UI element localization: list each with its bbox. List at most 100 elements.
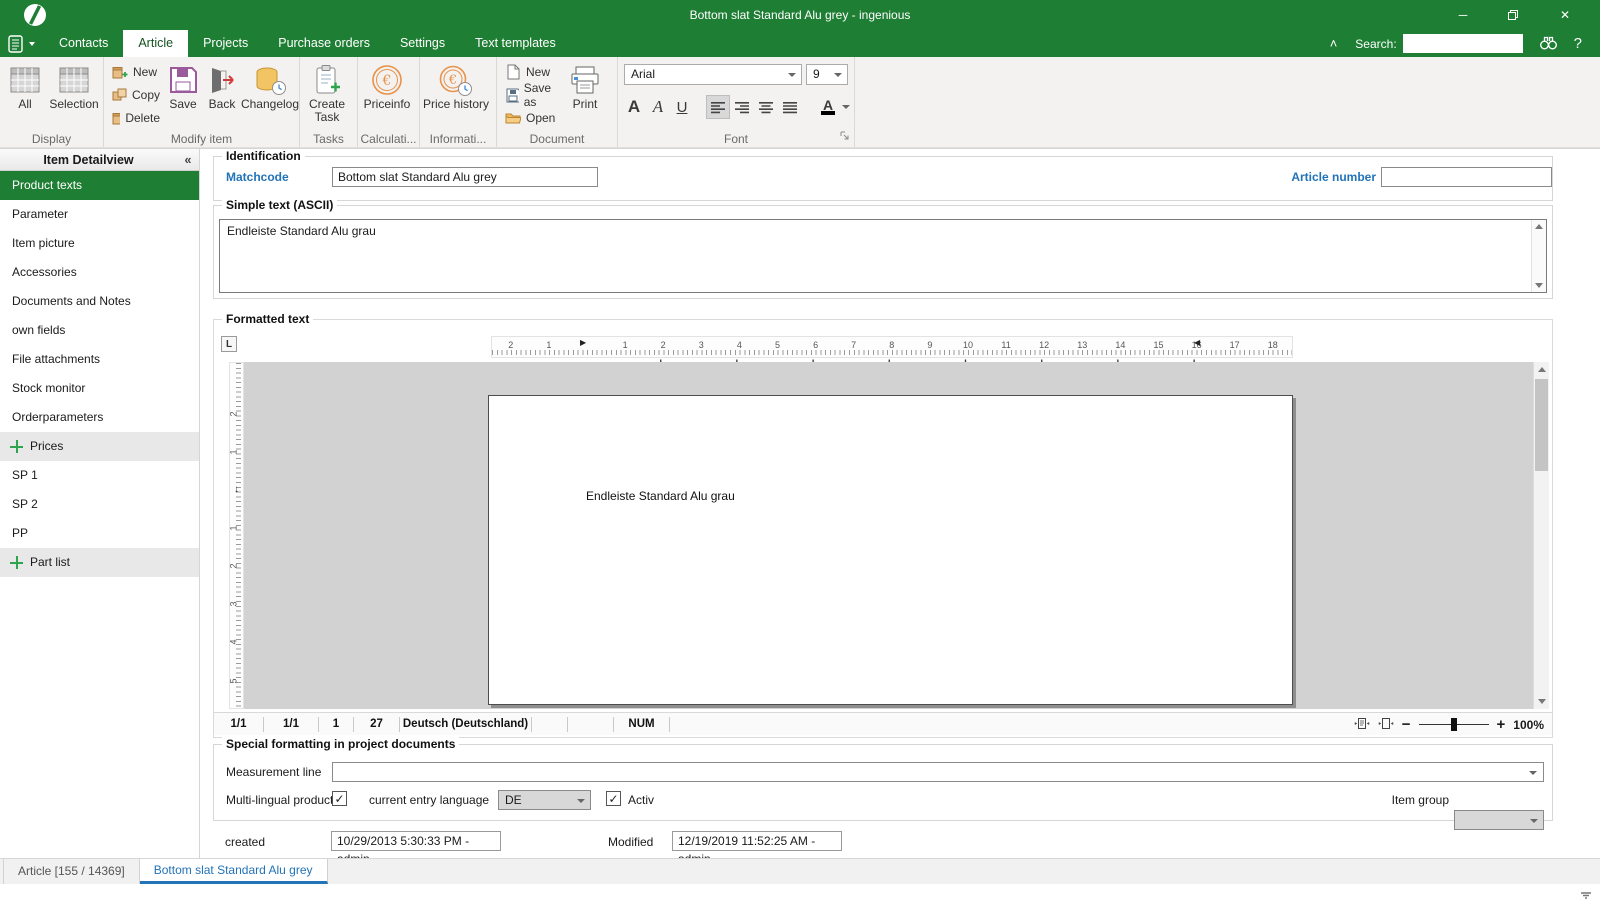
measurement-line-combobox[interactable] xyxy=(332,762,1544,782)
scroll-up-icon[interactable] xyxy=(1535,224,1543,229)
horizontal-ruler[interactable]: 21123456789101112131415161718 ▶ ◀ xyxy=(491,336,1293,358)
item-group-select[interactable] xyxy=(1454,810,1544,830)
restore-button[interactable] xyxy=(1496,0,1530,30)
sidebar-item-parameter[interactable]: Parameter xyxy=(0,200,199,229)
sidebar-item-own-fields[interactable]: own fields xyxy=(0,316,199,345)
sidebar-item-documents-and-notes[interactable]: Documents and Notes xyxy=(0,287,199,316)
menu-tab-purchase-orders[interactable]: Purchase orders xyxy=(263,30,385,57)
align-left-button[interactable] xyxy=(706,95,730,119)
zoom-in-button[interactable]: + xyxy=(1497,716,1506,733)
scroll-down-icon[interactable] xyxy=(1535,283,1543,288)
help-icon[interactable]: ? xyxy=(1574,35,1582,52)
zoom-out-button[interactable]: − xyxy=(1402,716,1411,733)
document-new-button[interactable]: New xyxy=(505,63,561,80)
print-button[interactable]: Print xyxy=(563,57,607,126)
editor-scrollbar[interactable] xyxy=(1533,362,1549,709)
bold-button[interactable]: A xyxy=(622,95,646,119)
top-margin-marker[interactable]: ↓ xyxy=(234,484,239,495)
sidebar-item-part-list[interactable]: Part list xyxy=(0,548,199,577)
all-button[interactable]: All xyxy=(8,57,42,111)
back-button[interactable]: Back xyxy=(202,57,242,126)
app-menu-button[interactable] xyxy=(8,33,38,54)
fit-page-icon[interactable] xyxy=(1354,717,1370,733)
language-select[interactable]: DE xyxy=(498,790,591,810)
zoom-slider[interactable] xyxy=(1419,724,1489,725)
splitter-grip-icon[interactable] xyxy=(1580,889,1592,900)
sidebar-item-pp[interactable]: PP xyxy=(0,519,199,548)
ruler-number: 2 xyxy=(229,564,239,569)
article-number-input[interactable] xyxy=(1381,167,1552,187)
activ-checkbox[interactable]: ✓ xyxy=(606,791,621,806)
align-right-icon xyxy=(734,101,750,114)
selection-button[interactable]: Selection xyxy=(48,57,100,111)
sidebar-item-item-picture[interactable]: Item picture xyxy=(0,229,199,258)
align-justify-button[interactable] xyxy=(778,95,802,119)
sidebar-item-stock-monitor[interactable]: Stock monitor xyxy=(0,374,199,403)
document-page[interactable]: Endleiste Standard Alu grau xyxy=(488,395,1293,705)
first-line-indent-marker[interactable]: ▶ xyxy=(580,338,586,347)
menu-tab-contacts[interactable]: Contacts xyxy=(44,30,123,57)
ribbon-group-display: All Selection Display xyxy=(0,57,104,147)
priceinfo-button[interactable]: € Priceinfo xyxy=(358,57,416,111)
search-input[interactable] xyxy=(1403,34,1523,53)
ribbon-collapse-icon[interactable]: ˄ xyxy=(1330,36,1338,51)
scroll-up-icon xyxy=(1538,367,1546,372)
expand-plus-icon[interactable] xyxy=(10,440,23,453)
simple-text-textarea[interactable]: Endleiste Standard Alu grau xyxy=(219,219,1547,293)
sidebar-item-file-attachments[interactable]: File attachments xyxy=(0,345,199,374)
underline-button[interactable]: U xyxy=(670,95,694,119)
menu-tab-article[interactable]: Article xyxy=(123,30,188,57)
sidebar-item-prices[interactable]: Prices xyxy=(0,432,199,461)
zoom-slider-thumb[interactable] xyxy=(1451,718,1457,731)
document-editor-canvas[interactable]: Endleiste Standard Alu grau xyxy=(244,362,1533,709)
delete-item-button[interactable]: Delete xyxy=(112,109,160,126)
tab-selector-button[interactable]: L xyxy=(221,336,237,352)
copy-item-button[interactable]: Copy xyxy=(112,86,160,103)
ruler-number: 14 xyxy=(1115,340,1125,350)
sidebar-item-sp1[interactable]: SP 1 xyxy=(0,461,199,490)
vertical-ruler[interactable]: 2112345 ↓ xyxy=(229,362,244,709)
font-color-dropdown-icon[interactable] xyxy=(842,105,850,109)
align-center-button[interactable] xyxy=(754,95,778,119)
price-history-button[interactable]: € Price history xyxy=(420,57,492,111)
changelog-button[interactable]: Changelog xyxy=(242,57,298,126)
matchcode-input[interactable]: Bottom slat Standard Alu grey xyxy=(332,167,598,187)
expand-plus-icon[interactable] xyxy=(10,556,23,569)
align-justify-icon xyxy=(782,101,798,114)
document-save-as-button[interactable]: Save as xyxy=(505,86,561,103)
multilingual-checkbox[interactable]: ✓ xyxy=(332,791,347,806)
minimize-button[interactable]: ─ xyxy=(1446,0,1480,30)
bottom-tab-article-list[interactable]: Article [155 / 14369] xyxy=(3,859,140,884)
scrollbar-thumb[interactable] xyxy=(1535,379,1548,471)
simple-text-scrollbar[interactable] xyxy=(1531,220,1546,292)
italic-button[interactable]: A xyxy=(646,95,670,119)
sidebar-item-product-texts[interactable]: Product texts xyxy=(0,171,199,200)
scroll-up-button[interactable] xyxy=(1534,362,1550,377)
status-line: 1 xyxy=(319,717,354,732)
close-button[interactable]: ✕ xyxy=(1548,0,1582,30)
create-task-button[interactable]: Create Task xyxy=(300,57,354,124)
collapse-sidebar-icon[interactable]: « xyxy=(177,153,199,167)
bottom-tab-current-article[interactable]: Bottom slat Standard Alu grey xyxy=(140,859,328,884)
sidebar-item-accessories[interactable]: Accessories xyxy=(0,258,199,287)
menu-tab-settings[interactable]: Settings xyxy=(385,30,460,57)
font-color-button[interactable]: A xyxy=(816,95,840,119)
right-indent-marker[interactable]: ◀ xyxy=(1194,338,1200,347)
group-label-tasks: Tasks xyxy=(300,132,357,146)
fit-width-icon[interactable] xyxy=(1378,717,1394,733)
binoculars-icon[interactable] xyxy=(1539,35,1558,53)
document-text[interactable]: Endleiste Standard Alu grau xyxy=(586,489,735,503)
align-right-button[interactable] xyxy=(730,95,754,119)
font-size-combobox[interactable]: 9 xyxy=(806,64,848,85)
bottom-tab-bar: Article [155 / 14369] Bottom slat Standa… xyxy=(0,858,1600,884)
font-family-combobox[interactable]: Arial xyxy=(624,64,802,85)
scroll-down-button[interactable] xyxy=(1534,694,1550,709)
save-button[interactable]: Save xyxy=(164,57,202,126)
sidebar-item-sp2[interactable]: SP 2 xyxy=(0,490,199,519)
document-open-button[interactable]: Open xyxy=(505,109,561,126)
new-item-button[interactable]: New xyxy=(112,63,160,80)
menu-tab-text-templates[interactable]: Text templates xyxy=(460,30,571,57)
sidebar-item-orderparameters[interactable]: Orderparameters xyxy=(0,403,199,432)
font-color-swatch xyxy=(821,111,835,115)
menu-tab-projects[interactable]: Projects xyxy=(188,30,263,57)
